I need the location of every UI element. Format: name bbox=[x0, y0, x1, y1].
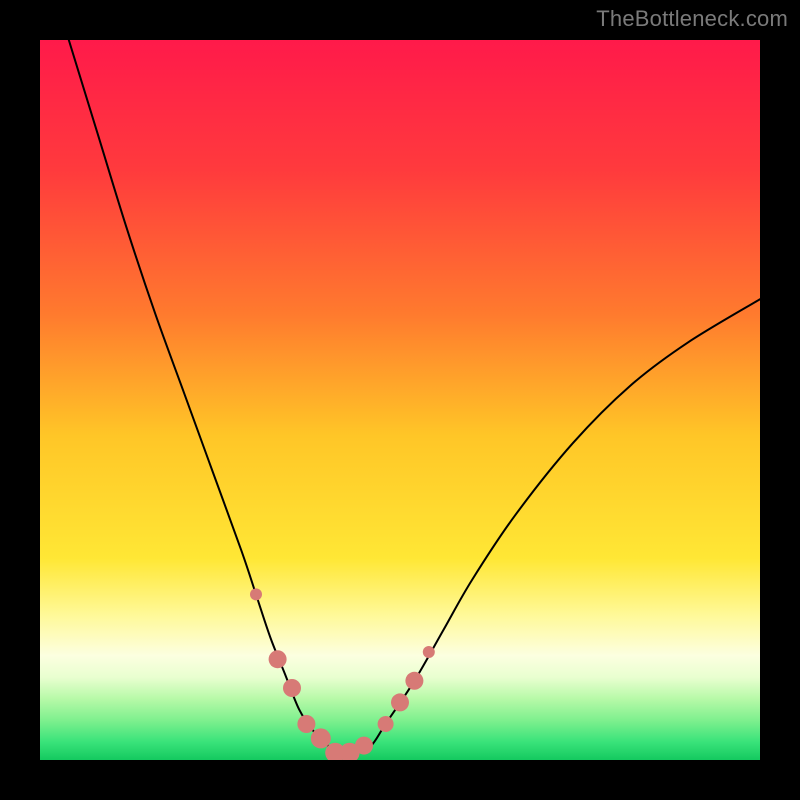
curve-layer bbox=[40, 40, 760, 760]
marker-point bbox=[355, 737, 373, 755]
marker-point bbox=[269, 650, 287, 668]
chart-stage: TheBottleneck.com bbox=[0, 0, 800, 800]
marker-point bbox=[311, 728, 331, 748]
marker-point bbox=[297, 715, 315, 733]
plot-area bbox=[40, 40, 760, 760]
marker-point bbox=[405, 672, 423, 690]
marker-point bbox=[250, 588, 262, 600]
marker-point bbox=[283, 679, 301, 697]
bottleneck-curve bbox=[69, 40, 760, 754]
watermark-text: TheBottleneck.com bbox=[596, 6, 788, 32]
marker-point bbox=[378, 716, 394, 732]
marker-point bbox=[391, 693, 409, 711]
marker-group bbox=[250, 588, 435, 760]
marker-point bbox=[423, 646, 435, 658]
